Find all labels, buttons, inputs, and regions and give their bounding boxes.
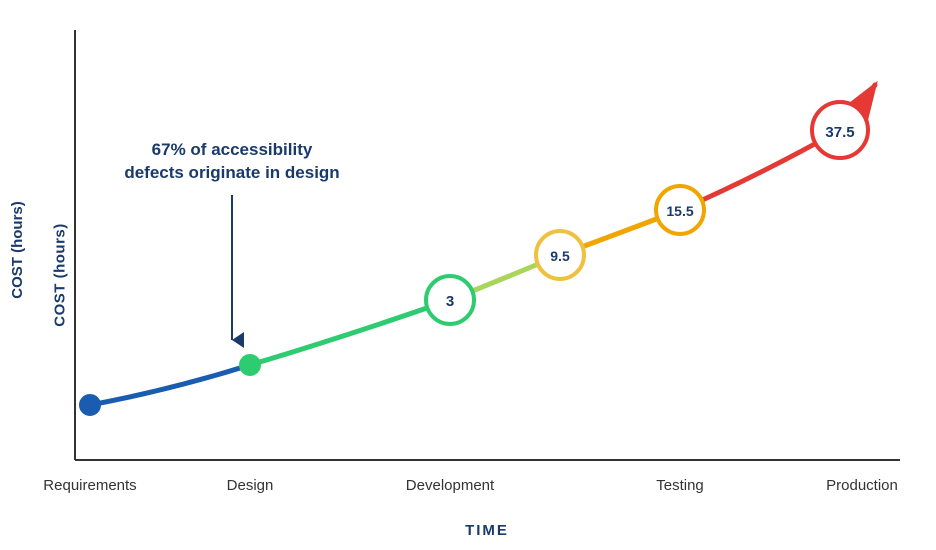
x-label-production: Production [826,477,898,494]
x-label-development: Development [406,477,495,494]
svg-text:9.5: 9.5 [550,248,570,264]
x-label-design: Design [227,477,274,494]
chart-container: COST (hours) [0,0,936,550]
annotation-line1: 67% of accessibility [152,140,313,159]
x-label-testing: Testing [656,477,704,494]
svg-text:15.5: 15.5 [666,203,693,219]
x-label-requirements: Requirements [43,477,136,494]
y-axis-label-svg: COST (hours) [9,201,26,299]
annotation-line2: defects originate in design [124,163,339,182]
svg-text:37.5: 37.5 [825,124,854,141]
svg-text:3: 3 [446,293,454,310]
x-axis-label-svg: TIME [465,522,509,539]
